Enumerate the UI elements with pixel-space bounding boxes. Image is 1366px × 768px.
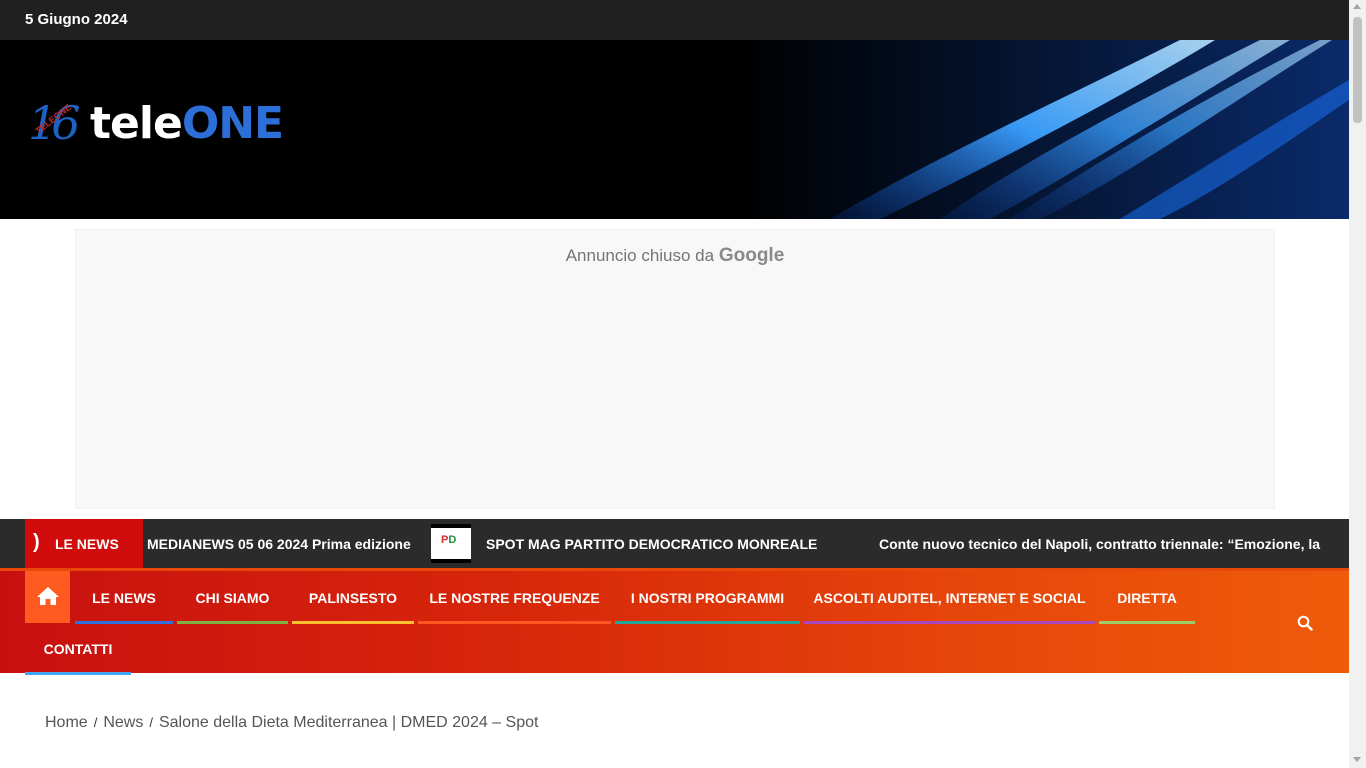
ticker-item[interactable]: Conte nuovo tecnico del Napoli, contratt… — [879, 536, 1324, 552]
ad-closed-notice: Annuncio chiuso da Google — [565, 245, 785, 266]
breadcrumb-news[interactable]: News — [103, 714, 143, 731]
ticker-label: ) LE NEWS — [25, 519, 143, 568]
site-header: 16 TELEONE teleONE — [0, 40, 1349, 219]
nav-item-le-news[interactable]: LE NEWS — [75, 571, 173, 624]
current-date: 5 Giugno 2024 — [25, 11, 128, 28]
breadcrumb: Home / News / Salone della Dieta Mediterrane… — [45, 714, 538, 732]
news-ticker: ) LE NEWS MEDIANEWS 05 06 2024 Prima edi… — [0, 519, 1349, 568]
ticker-item[interactable]: MEDIANEWS 05 06 2024 Prima edizione — [147, 536, 411, 552]
breadcrumb-separator: / — [93, 715, 98, 730]
nav-item-contatti[interactable]: CONTATTI — [25, 622, 131, 675]
home-button[interactable] — [25, 571, 70, 623]
nav-item-diretta[interactable]: DIRETTA — [1099, 571, 1195, 624]
page-scrollbar[interactable] — [1349, 0, 1366, 768]
breadcrumb-current: Salone della Dieta Mediterranea | DMED 2… — [158, 714, 539, 731]
scroll-up-icon[interactable] — [1353, 4, 1361, 9]
nav-item-frequenze[interactable]: LE NOSTRE FREQUENZE — [418, 571, 611, 624]
main-navigation: LE NEWS CHI SIAMO PALINSESTO LE NOSTRE F… — [0, 568, 1349, 675]
ticker-item[interactable]: SPOT MAG PARTITO DEMOCRATICO MONREALE — [486, 536, 817, 552]
google-brand: Google — [718, 245, 785, 266]
nav-item-chi-siamo[interactable]: CHI SIAMO — [177, 571, 288, 624]
ad-slot: Annuncio chiuso da Google — [75, 229, 1275, 509]
breadcrumb-home[interactable]: Home — [45, 714, 88, 731]
scroll-down-icon[interactable] — [1353, 757, 1361, 762]
site-logo[interactable]: 16 TELEONE teleONE — [28, 96, 284, 156]
pd-logo: PD — [441, 534, 457, 546]
home-icon — [37, 587, 59, 605]
search-icon[interactable] — [1297, 615, 1313, 631]
ticker-thumbnail[interactable]: PD — [431, 524, 471, 563]
nav-item-programmi[interactable]: I NOSTRI PROGRAMMI — [615, 571, 800, 624]
nav-item-ascolti[interactable]: ASCOLTI AUDITEL, INTERNET E SOCIAL — [804, 571, 1095, 624]
nav-item-palinsesto[interactable]: PALINSESTO — [292, 571, 414, 624]
top-bar: 5 Giugno 2024 — [0, 0, 1349, 40]
breadcrumb-separator: / — [149, 715, 153, 730]
scrollbar-thumb[interactable] — [1353, 17, 1362, 123]
ticker-wave-icon: ) — [33, 531, 40, 553]
logo-wordmark: teleONE — [90, 98, 284, 149]
